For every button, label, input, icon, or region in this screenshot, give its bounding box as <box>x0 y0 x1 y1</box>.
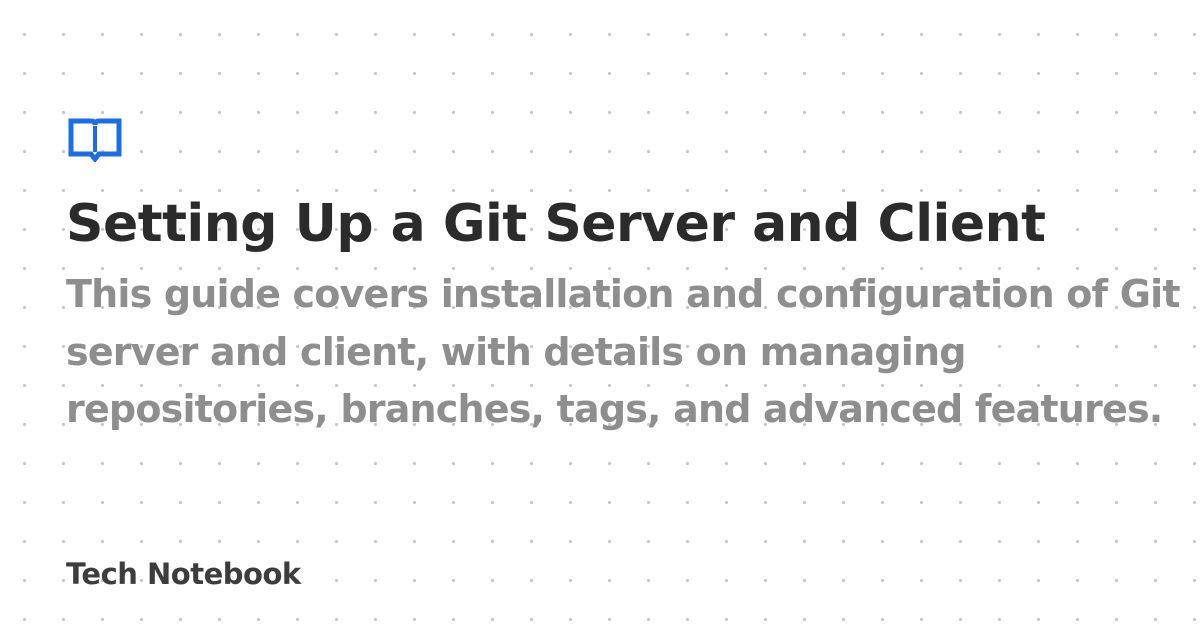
open-book-icon <box>68 118 122 162</box>
article-title: Setting Up a Git Server and Client <box>66 194 1046 254</box>
social-preview-card: Setting Up a Git Server and Client This … <box>0 0 1200 630</box>
site-logo <box>68 118 122 162</box>
site-name: Tech Notebook <box>66 557 301 591</box>
article-description: This guide covers installation and confi… <box>66 272 1181 431</box>
